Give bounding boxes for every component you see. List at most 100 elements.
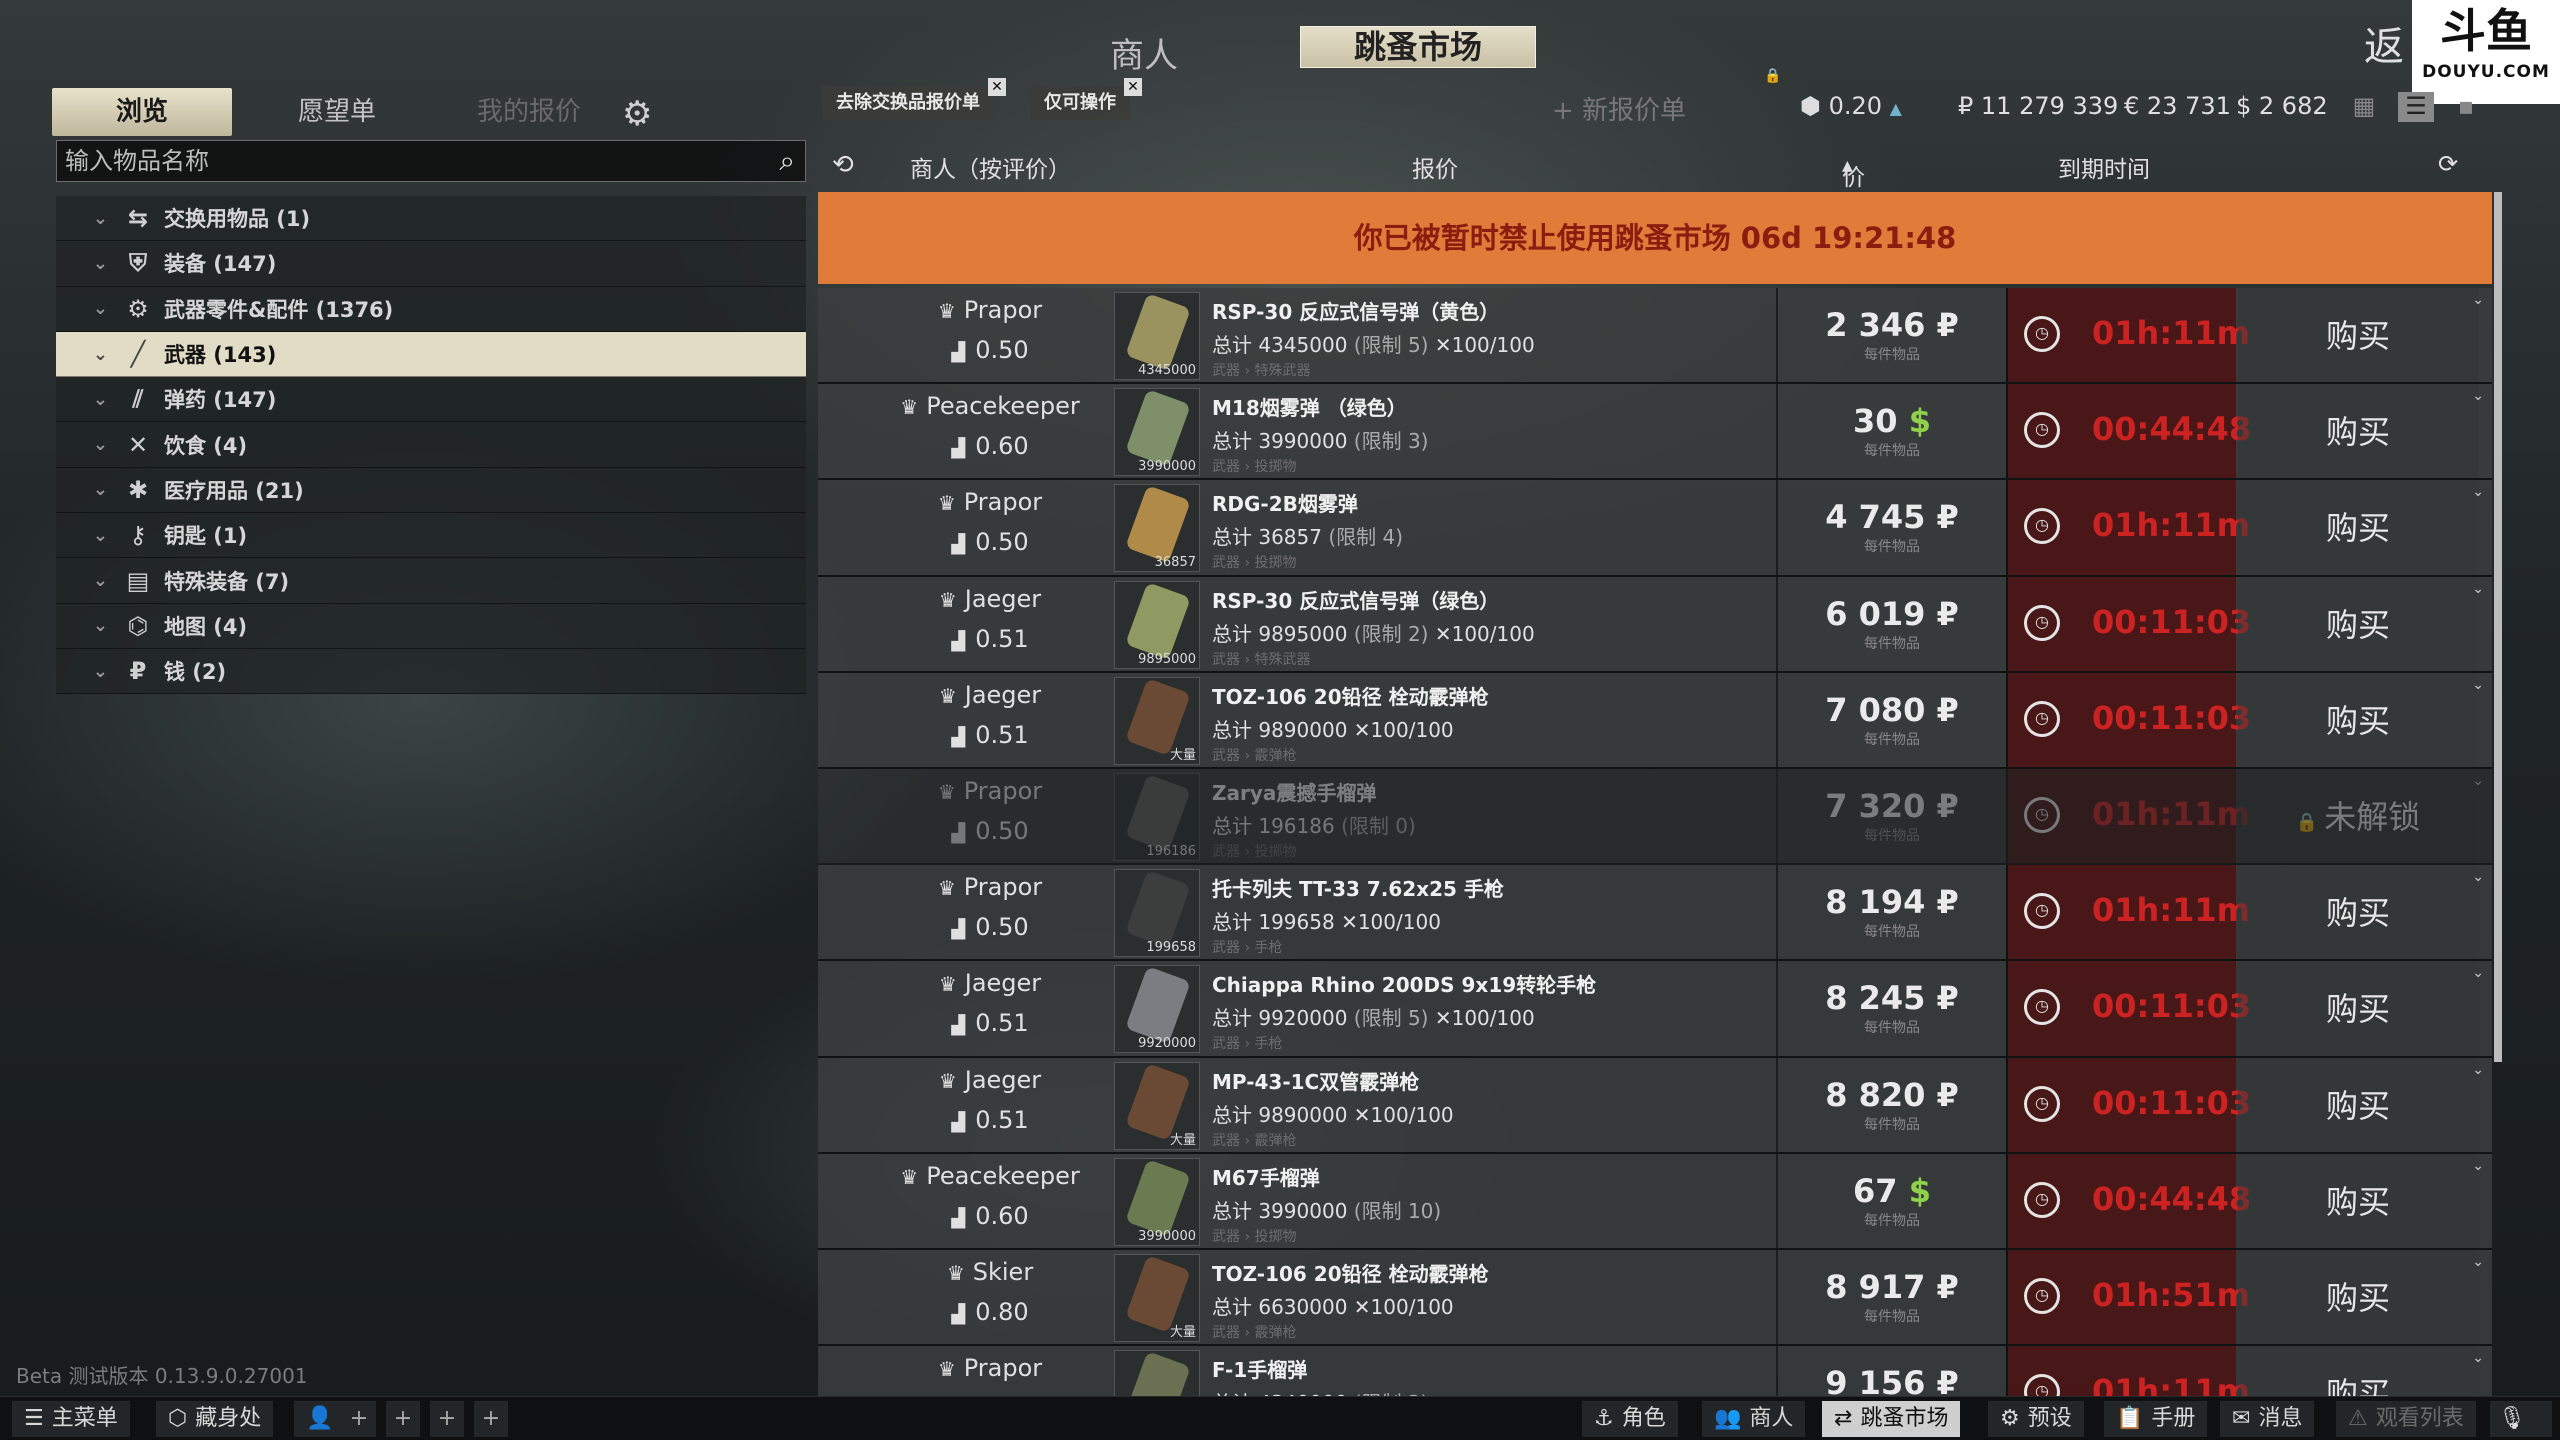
item-name[interactable]: M18烟雾弹 （绿色）: [1212, 392, 1772, 421]
nav-traders[interactable]: 商人: [1110, 28, 1178, 77]
chevron-down-icon[interactable]: ⌄: [2472, 388, 2484, 404]
filter-chip-no-barter[interactable]: 去除交换品报价单 ✕: [822, 78, 1006, 120]
flea-market-button[interactable]: ⇄ 跳蚤市场: [1822, 1401, 1961, 1437]
gear-icon[interactable]: ⚙: [622, 94, 652, 134]
profile-button[interactable]: 👤: [294, 1401, 346, 1437]
chevron-down-icon[interactable]: ⌄: [2472, 677, 2484, 693]
category-item[interactable]: ⌄ ⌬ 地图 (4): [56, 603, 806, 649]
chevron-down-icon[interactable]: ⌄: [2472, 965, 2484, 981]
item-thumbnail[interactable]: 4345000: [1114, 292, 1200, 380]
item-thumbnail[interactable]: 199658: [1114, 869, 1200, 958]
buy-button[interactable]: 购买: [2238, 384, 2478, 479]
offer-row[interactable]: ♛ Peacekeeper ▟ 0.60 3990000 M18烟雾弹 （绿色） 总…: [818, 384, 2492, 481]
offer-trader[interactable]: ♛ Prapor ▟ 0.50: [880, 769, 1100, 863]
back-button[interactable]: 返: [2364, 14, 2404, 72]
add-slot-button[interactable]: +: [342, 1401, 376, 1437]
filter-chip-actionable[interactable]: 仅可操作 ✕: [1030, 78, 1142, 120]
category-item[interactable]: ⌄ ₽ 钱 (2): [56, 648, 806, 695]
offer-trader[interactable]: ♛ Prapor ▟ 0.50: [880, 865, 1100, 959]
chevron-down-icon[interactable]: ⌄: [68, 208, 108, 229]
offer-trader[interactable]: ♛ Skier ▟ 0.80: [880, 1250, 1100, 1344]
offer-trader[interactable]: ♛ Jaeger ▟ 0.51: [880, 577, 1100, 671]
item-thumbnail[interactable]: 3990000: [1114, 388, 1200, 477]
offer-row[interactable]: ♛ Prapor ▟ 0.50 36857 RDG-2B烟雾弹 总计 36857 (…: [818, 480, 2492, 577]
item-name[interactable]: RSP-30 反应式信号弹（绿色）: [1212, 585, 1772, 614]
item-name[interactable]: TOZ-106 20铅径 栓动霰弹枪: [1212, 681, 1772, 710]
tab-wishlist[interactable]: 愿望单: [252, 88, 422, 136]
offer-row[interactable]: ♛ Jaeger ▟ 0.51 9895000 RSP-30 反应式信号弹（绿色） …: [818, 576, 2492, 673]
chevron-down-icon[interactable]: ⌄: [2472, 484, 2484, 500]
offer-trader[interactable]: ♛ Prapor ▟ 0.50: [880, 480, 1100, 574]
item-name[interactable]: F-1手榴弹: [1212, 1354, 1772, 1383]
search-input[interactable]: 输入物品名称 ⌕: [56, 140, 806, 182]
tab-browse[interactable]: 浏览: [52, 88, 232, 136]
buy-button[interactable]: 购买: [2238, 1249, 2478, 1345]
character-button[interactable]: ⚓ 角色: [1582, 1401, 1678, 1437]
nav-flea-market[interactable]: 跳蚤市场: [1300, 26, 1536, 68]
main-menu-button[interactable]: ☰ 主菜单: [12, 1401, 130, 1437]
item-name[interactable]: TOZ-106 20铅径 栓动霰弹枪: [1212, 1258, 1772, 1287]
category-item[interactable]: ⌄ ⫽ 弹药 (147): [56, 377, 806, 423]
offer-trader[interactable]: ♛ Prapor ▟ 0.50: [880, 288, 1100, 382]
chevron-down-icon[interactable]: ⌄: [68, 615, 108, 636]
offer-row[interactable]: ♛Prapor ▟0.50 F-1手榴弹 总计 4340000 (限制 3) 武…: [818, 1346, 2492, 1396]
item-name[interactable]: RSP-30 反应式信号弹（黄色）: [1212, 296, 1772, 325]
offer-row[interactable]: ♛ Jaeger ▟ 0.51 9920000 Chiappa Rhino 200D…: [818, 961, 2492, 1058]
offer-trader[interactable]: ♛ Peacekeeper ▟ 0.60: [880, 384, 1100, 478]
chevron-down-icon[interactable]: ⌄: [68, 434, 108, 455]
offer-row[interactable]: ♛ Prapor ▟ 0.50 196186 Zarya震撼手榴弹 总计 19618…: [818, 768, 2492, 866]
offer-row[interactable]: ♛ Jaeger ▟ 0.51 大量 MP-43-1C双管霰弹枪 总计 989000…: [818, 1057, 2492, 1154]
category-item[interactable]: ⌄ ╱ 武器 (143): [56, 331, 806, 378]
chevron-down-icon[interactable]: ⌄: [2472, 773, 2484, 789]
chevron-down-icon[interactable]: ⌄: [68, 389, 108, 410]
item-thumbnail[interactable]: 3990000: [1114, 1157, 1200, 1246]
item-thumbnail[interactable]: 大量: [1114, 1253, 1200, 1342]
item-thumbnail[interactable]: [1114, 1350, 1200, 1396]
chevron-down-icon[interactable]: ⌄: [68, 253, 108, 274]
offer-row[interactable]: ♛ Prapor ▟ 0.50 199658 托卡列夫 TT-33 7.62x25 …: [818, 865, 2492, 962]
locked-button[interactable]: 🔒 未解锁: [2238, 768, 2478, 864]
refresh-icon[interactable]: ⟲: [832, 150, 854, 180]
chevron-down-icon[interactable]: ⌄: [68, 525, 108, 546]
messages-button[interactable]: ✉ 消息: [2220, 1401, 2315, 1437]
item-name[interactable]: Chiappa Rhino 200DS 9x19转轮手枪: [1212, 969, 1772, 998]
close-icon[interactable]: ✕: [1124, 78, 1142, 96]
item-thumbnail[interactable]: 36857: [1114, 484, 1200, 573]
offer-trader[interactable]: ♛ Jaeger ▟ 0.51: [880, 673, 1100, 767]
item-name[interactable]: 托卡列夫 TT-33 7.62x25 手枪: [1212, 873, 1772, 902]
add-slot-button[interactable]: +: [474, 1401, 508, 1437]
buy-button[interactable]: 购买: [2238, 1057, 2478, 1152]
traders-button[interactable]: 👥 商人: [1702, 1401, 1806, 1437]
chevron-down-icon[interactable]: ⌄: [68, 661, 108, 682]
buy-button[interactable]: 购买: [2238, 961, 2478, 1056]
chevron-down-icon[interactable]: ⌄: [2472, 581, 2484, 597]
chevron-down-icon[interactable]: ⌄: [2472, 1158, 2484, 1174]
chevron-down-icon[interactable]: ⌄: [2472, 869, 2484, 885]
item-thumbnail[interactable]: 9920000: [1114, 965, 1200, 1054]
buy-button[interactable]: 购买: [2238, 1346, 2478, 1396]
chevron-down-icon[interactable]: ⌄: [2472, 292, 2484, 308]
chevron-down-icon[interactable]: ⌄: [2472, 1350, 2484, 1366]
category-item[interactable]: ⌄ ⇆ 交换用物品 (1): [56, 196, 806, 242]
category-item[interactable]: ⌄ ⛨ 装备 (147): [56, 241, 806, 287]
add-slot-button[interactable]: +: [386, 1401, 420, 1437]
item-thumbnail[interactable]: 大量: [1114, 1061, 1200, 1150]
grid-view-icon[interactable]: ▦: [2346, 92, 2382, 122]
offers-scrollbar[interactable]: [2494, 192, 2502, 1062]
category-item[interactable]: ⌄ ⚷ 钥匙 (1): [56, 513, 806, 559]
buy-button[interactable]: 购买: [2238, 480, 2478, 575]
item-name[interactable]: M67手榴弹: [1212, 1162, 1772, 1191]
offer-row[interactable]: ♛ Skier ▟ 0.80 大量 TOZ-106 20铅径 栓动霰弹枪 总计 66…: [818, 1249, 2492, 1347]
buy-button[interactable]: 购买: [2238, 865, 2478, 960]
offer-trader[interactable]: ♛ Jaeger ▟ 0.51: [880, 1058, 1100, 1152]
item-name[interactable]: Zarya震撼手榴弹: [1212, 777, 1772, 806]
buy-button[interactable]: 购买: [2238, 576, 2478, 671]
offer-trader[interactable]: ♛ Peacekeeper ▟ 0.60: [880, 1154, 1100, 1248]
buy-button[interactable]: 购买: [2238, 288, 2478, 383]
offer-trader[interactable]: ♛ Jaeger ▟ 0.51: [880, 961, 1100, 1055]
column-trader[interactable]: 商人（按评价）: [910, 150, 1071, 184]
tab-my-offers[interactable]: 我的报价: [444, 88, 614, 136]
offer-row[interactable]: ♛ Peacekeeper ▟ 0.60 3990000 M67手榴弹 总计 399…: [818, 1153, 2492, 1250]
new-offer-button[interactable]: + 新报价单: [1552, 90, 1686, 127]
category-item[interactable]: ⌄ ⚙ 武器零件&配件 (1376): [56, 286, 806, 332]
